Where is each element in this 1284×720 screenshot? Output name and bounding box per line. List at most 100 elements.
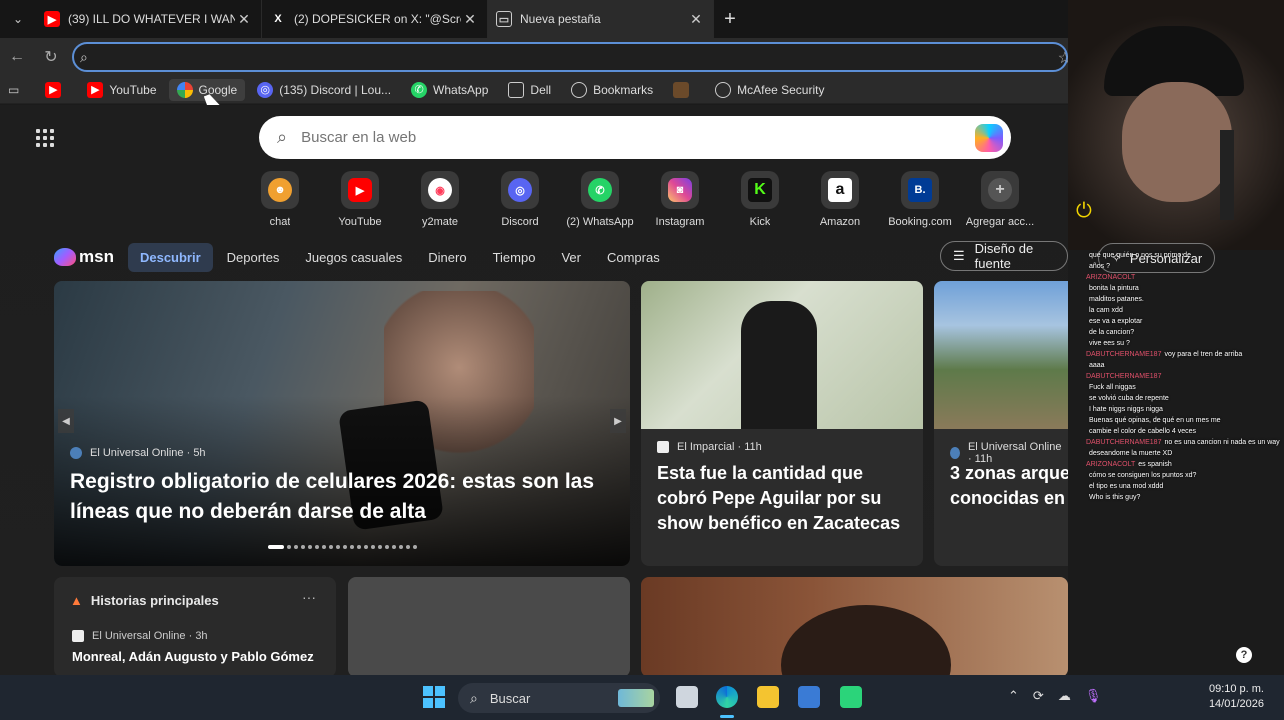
close-icon[interactable]: ✕ (461, 11, 479, 28)
chat-message: Fuck all niggas (1086, 382, 1284, 393)
tab-actions-menu[interactable]: ⌄ (0, 0, 36, 38)
bookmark-label: YouTube (109, 82, 157, 97)
flame-icon: ▲ (70, 593, 83, 608)
bookmark-unlabeled[interactable] (665, 79, 703, 101)
chat-username: DABUTCHERNAME187 (1086, 439, 1162, 446)
bookmark-mcafee[interactable]: McAfee Security (707, 79, 832, 101)
nav-juegos-casuales[interactable]: Juegos casuales (293, 243, 414, 272)
nav-dinero[interactable]: Dinero (416, 243, 478, 272)
article-source: El Imparcial · 11h (657, 441, 762, 453)
carousel-next-button[interactable]: ▶ (610, 409, 626, 433)
article-title[interactable]: 3 zonas arqueológicas poco conocidas en … (950, 461, 1068, 511)
store-icon[interactable] (798, 686, 820, 708)
tab-strip: ⌄ ▶ (39) ILL DO WHATEVER I WANT W ✕ X (2… (0, 0, 1068, 38)
bookmark-discord[interactable]: ◎ (135) Discord | Lou... (249, 79, 399, 101)
chat-text: qué que quién o nos su primo de (1089, 252, 1191, 259)
bookmark-icon (673, 81, 690, 98)
quicklink-whatsapp[interactable]: ✆ (2) WhatsApp (560, 171, 640, 228)
chat-message: vive ees su ? (1086, 338, 1284, 349)
y2mate-icon: ◉ (428, 178, 452, 202)
taskbar-search[interactable]: ⌕ Buscar (458, 683, 660, 713)
msn-logo[interactable]: msn (54, 247, 114, 267)
quicklink-booking[interactable]: B. Booking.com (880, 171, 960, 228)
chat-message: malditos patanes. (1086, 294, 1284, 305)
whatsapp-icon: ✆ (588, 178, 612, 202)
chat-message: DABUTCHERNAME187 (1086, 371, 1284, 382)
apps-grid-icon[interactable] (36, 129, 54, 147)
article-title[interactable]: Esta fue la cantidad que cobró Pepe Agui… (657, 461, 913, 536)
nav-tiempo[interactable]: Tiempo (481, 243, 548, 272)
youtube-icon: ▶ (45, 81, 62, 98)
article-image (934, 281, 1068, 429)
quicklink-kick[interactable]: K Kick (720, 171, 800, 228)
web-search-input[interactable] (301, 129, 975, 146)
tab-x[interactable]: X (2) DOPESICKER on X: "@ScrewSta ✕ (262, 0, 488, 38)
quicklink-chat[interactable]: ☻ chat (240, 171, 320, 228)
app-icon[interactable] (840, 686, 862, 708)
sync-icon[interactable]: ⟳ (1033, 688, 1044, 704)
task-view-icon[interactable] (676, 686, 698, 708)
placeholder-card (348, 577, 630, 677)
news-card[interactable]: El Imparcial · 11h Esta fue la cantidad … (641, 281, 923, 566)
quicklink-youtube[interactable]: ▶ YouTube (320, 171, 400, 228)
quicklink-discord[interactable]: ◎ Discord (480, 171, 560, 228)
nav-ver[interactable]: Ver (549, 243, 593, 272)
close-icon[interactable]: ✕ (687, 11, 705, 28)
nav-deportes[interactable]: Deportes (215, 243, 292, 272)
nav-compras[interactable]: Compras (595, 243, 672, 272)
quicklink-instagram[interactable]: ◙ Instagram (640, 171, 720, 228)
chat-message: de la cancion? (1086, 327, 1284, 338)
new-tab-button[interactable]: + (714, 8, 746, 31)
tab-search-icon[interactable]: ▭ (8, 83, 19, 97)
quicklink-y2mate[interactable]: ◉ y2mate (400, 171, 480, 228)
chat-message: años ? (1086, 261, 1284, 272)
chat-message: aaaa (1086, 360, 1284, 371)
chat-message: Who is this guy? (1086, 492, 1284, 503)
chevron-up-icon[interactable]: ⌃ (1008, 688, 1019, 704)
toolbar: ← ↻ ⌕ ☆ (0, 38, 1072, 76)
chat-text: el tipo es una mod xddd (1089, 483, 1164, 490)
bookmark-whatsapp[interactable]: ✆ WhatsApp (403, 79, 496, 101)
edge-icon[interactable] (716, 686, 738, 708)
carousel-dots[interactable] (268, 545, 417, 549)
web-search-box[interactable]: ⌕ (259, 116, 1011, 159)
tab-new-tab[interactable]: ▭ Nueva pestaña ✕ (488, 0, 714, 38)
amazon-icon: a (828, 178, 852, 202)
chat-text: aaaa (1089, 362, 1105, 369)
bookmark-youtube[interactable]: ▶ YouTube (79, 79, 164, 101)
plus-icon: + (988, 178, 1012, 202)
chat-text: cómo se consiguen los puntos xd? (1089, 472, 1197, 479)
quicklink-amazon[interactable]: a Amazon (800, 171, 880, 228)
back-button[interactable]: ← (0, 48, 34, 66)
file-explorer-icon[interactable] (757, 686, 779, 708)
nav-descubrir[interactable]: Descubrir (127, 242, 213, 272)
article-title[interactable]: Monreal, Adán Augusto y Pablo Gómez (72, 649, 314, 664)
refresh-button[interactable]: ↻ (34, 47, 68, 67)
hero-card[interactable]: ◀ ▶ El Universal Online · 5h Registro ob… (54, 281, 630, 566)
cloud-icon[interactable]: ☁ (1058, 688, 1071, 704)
bookmark-label: McAfee Security (737, 82, 825, 97)
bookmark-bookmarks[interactable]: Bookmarks (563, 79, 661, 101)
youtube-icon: ▶ (348, 178, 372, 202)
font-design-button[interactable]: ☰ Diseño de fuente (940, 241, 1068, 271)
help-icon[interactable]: ? (1236, 647, 1252, 663)
carousel-prev-button[interactable]: ◀ (58, 409, 74, 433)
clock[interactable]: 09:10 p. m. 14/01/2026 (1209, 682, 1264, 712)
hero-title[interactable]: Registro obligatorio de celulares 2026: … (70, 467, 610, 527)
more-options-button[interactable]: ··· (302, 589, 316, 605)
time: 09:10 p. m. (1208, 683, 1264, 695)
windows-start-icon[interactable] (423, 686, 445, 708)
bookmark-dell[interactable]: Dell (500, 79, 559, 101)
photo-card[interactable] (641, 577, 1068, 677)
tab-title: (2) DOPESICKER on X: "@ScrewSta (294, 12, 461, 26)
chat-message: se volvió cuba de repente (1086, 393, 1284, 404)
news-card[interactable]: El Universal Online · 11h 3 zonas arqueo… (934, 281, 1068, 566)
microphone-icon[interactable]: 🎙 (1085, 688, 1102, 704)
tab-youtube[interactable]: ▶ (39) ILL DO WHATEVER I WANT W ✕ (36, 0, 262, 38)
bookmark-youtube-short[interactable]: ▶ (37, 79, 75, 101)
close-icon[interactable]: ✕ (235, 11, 253, 28)
address-input[interactable] (93, 49, 1066, 65)
address-bar[interactable]: ⌕ ☆ (72, 42, 1072, 72)
quicklink-add[interactable]: + Agregar acc... (960, 171, 1040, 228)
copilot-icon[interactable] (975, 123, 1003, 152)
